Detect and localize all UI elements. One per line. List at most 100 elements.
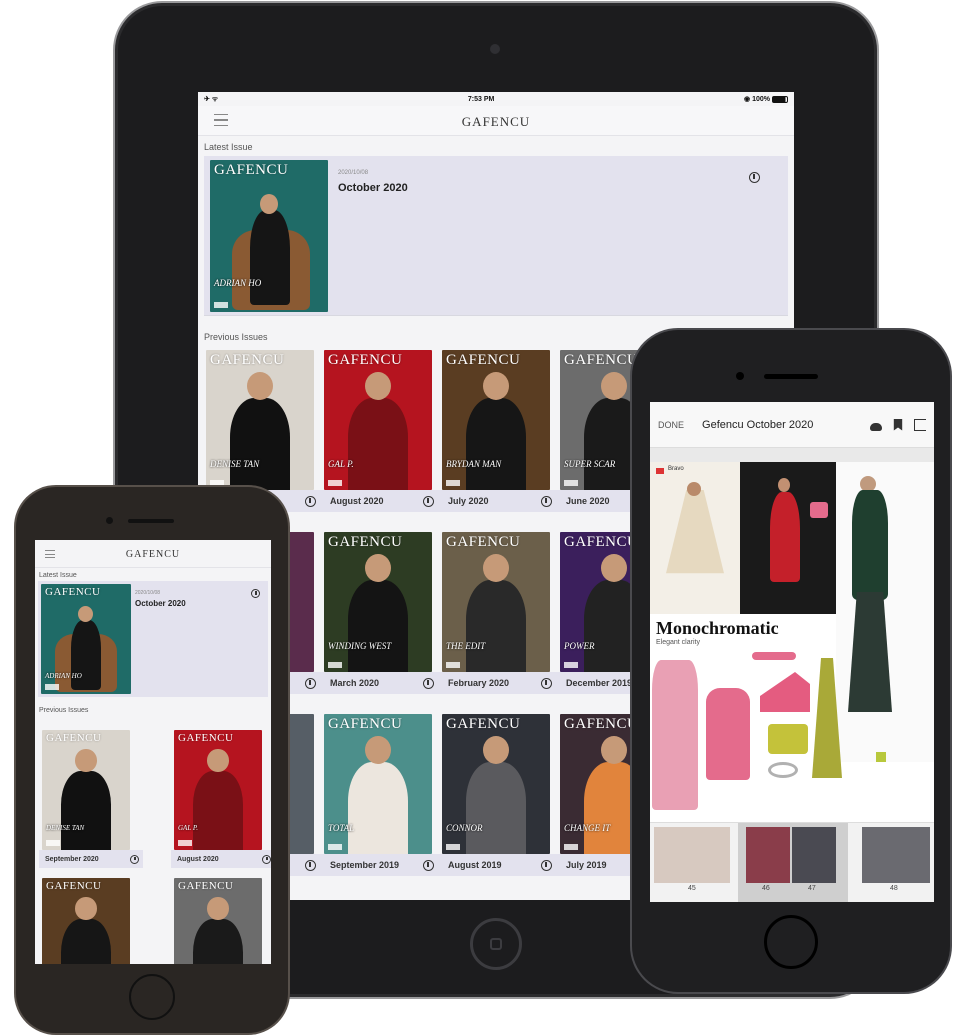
download-icon[interactable] [305, 495, 316, 507]
cover-masthead: GAFENCU [178, 732, 234, 744]
page-thumbnail[interactable] [746, 827, 790, 883]
download-icon[interactable] [262, 854, 271, 864]
ipad-camera [490, 44, 500, 54]
headline-band: Monochromatic Elegant clarity [650, 614, 836, 654]
issue-tile[interactable]: GAFENCU DENISE TAN September 2020 [39, 730, 143, 868]
cover-figure [465, 761, 527, 854]
issue-cover[interactable]: GAFENCU DENISE TAN [42, 730, 130, 850]
cover-barcode [564, 662, 578, 668]
cover-headline: POWER [564, 641, 595, 652]
cover-masthead: GAFENCU [446, 716, 521, 732]
cover-headline: SUPER SCAR [564, 459, 616, 470]
reader-screen: DONE Gefencu October 2020 Bravo Monochro… [650, 402, 934, 902]
cover-headline: CONNOR [446, 823, 483, 834]
cover-face [601, 372, 627, 401]
download-icon[interactable] [541, 859, 552, 871]
issue-tile[interactable]: GAFENCU [39, 878, 143, 964]
cover-barcode [45, 684, 59, 690]
pink-dress-image [706, 688, 750, 780]
issue-label: March 2020 [330, 678, 380, 688]
cover-headline: BRYDAN MAN [446, 459, 502, 470]
latest-issue-card[interactable]: GAFENCU ADRIAN HO 2020/10/08 October 202… [38, 581, 268, 697]
cover-barcode [210, 480, 224, 486]
cover-masthead: GAFENCU [446, 352, 521, 368]
cover-face [247, 372, 273, 401]
download-icon[interactable] [305, 677, 316, 689]
issue-label: December 2019 [566, 678, 633, 688]
spread-headline: Monochromatic [656, 618, 779, 638]
latest-issue-label: Latest Issue [204, 142, 253, 152]
issue-tile[interactable]: GAFENCU CONNOR August 2019 [440, 714, 558, 876]
download-icon[interactable] [749, 172, 760, 183]
cover-headline: DENISE TAN [210, 459, 260, 470]
cover-figure [250, 210, 290, 305]
cover-face [75, 749, 97, 773]
cover-figure [61, 770, 111, 850]
issue-cover[interactable]: GAFENCU BRYDAN MAN [442, 350, 550, 490]
page-thumbnail[interactable] [862, 827, 930, 883]
pink-coat-image [652, 660, 698, 810]
issue-tile[interactable]: GAFENCU GAL P. August 2020 [171, 730, 271, 868]
cover-figure [347, 579, 409, 672]
cover-barcode [446, 480, 460, 486]
issue-tile[interactable]: GAFENCU GAL P. August 2020 [322, 350, 440, 512]
latest-issue-cover[interactable]: GAFENCU ADRIAN HO [210, 160, 328, 312]
status-left: ✈ ᯤ [204, 95, 219, 103]
page-panel-runway [740, 462, 836, 614]
page-thumbnail[interactable] [792, 827, 836, 883]
issue-label: August 2019 [448, 860, 502, 870]
download-icon[interactable] [423, 677, 434, 689]
cloud-download-icon[interactable] [870, 422, 882, 431]
page-number: 48 [890, 885, 898, 892]
issue-cover[interactable]: GAFENCU [174, 878, 262, 964]
latest-issue-cover[interactable]: GAFENCU ADRIAN HO [41, 584, 131, 694]
issue-cover[interactable]: GAFENCU GAL P. [174, 730, 262, 850]
reader-title: Gefencu October 2020 [702, 418, 814, 431]
cover-barcode [564, 844, 578, 850]
latest-issue-date: 2020/10/08 [135, 590, 161, 596]
cover-headline: CHANGE IT [564, 823, 611, 834]
download-icon[interactable] [541, 677, 552, 689]
issue-cover[interactable]: GAFENCU WINDING WEST [324, 532, 432, 672]
cover-masthead: GAFENCU [564, 716, 639, 732]
issue-tile[interactable]: GAFENCU TOTAL September 2019 [322, 714, 440, 876]
download-icon[interactable] [541, 495, 552, 507]
download-icon[interactable] [130, 854, 139, 864]
issue-label: August 2020 [330, 496, 384, 506]
issue-label: August 2020 [177, 855, 219, 863]
magazine-spread[interactable]: Bravo Monochromatic Elegant clarity [650, 462, 934, 822]
ipad-home-button[interactable] [470, 918, 522, 970]
cover-figure [347, 761, 409, 854]
issue-tile[interactable]: GAFENCU THE EDIT February 2020 [440, 532, 558, 694]
download-icon[interactable] [423, 495, 434, 507]
issue-cover[interactable]: GAFENCU CONNOR [442, 714, 550, 854]
issue-cover[interactable]: GAFENCU TOTAL [324, 714, 432, 854]
speaker-grille [128, 519, 174, 523]
issue-cover[interactable]: GAFENCU THE EDIT [442, 532, 550, 672]
download-icon[interactable] [423, 859, 434, 871]
issue-cover[interactable]: GAFENCU GAL P. [324, 350, 432, 490]
download-icon[interactable] [305, 859, 316, 871]
done-button[interactable]: DONE [658, 420, 684, 430]
exit-icon[interactable] [914, 418, 926, 431]
issue-tile[interactable]: GAFENCU [171, 878, 271, 964]
cover-masthead: GAFENCU [178, 880, 234, 892]
issue-cover[interactable]: GAFENCU DENISE TAN [206, 350, 314, 490]
home-button[interactable] [129, 974, 175, 1020]
page-thumbnail[interactable] [654, 827, 730, 883]
issue-caption: March 2020 [322, 672, 440, 694]
home-button[interactable] [764, 915, 818, 969]
page-panel-green-model [836, 462, 934, 762]
cover-masthead: GAFENCU [328, 534, 403, 550]
shoe-image [876, 752, 886, 762]
cover-barcode [328, 662, 342, 668]
issue-tile[interactable]: GAFENCU BRYDAN MAN July 2020 [440, 350, 558, 512]
latest-issue-card[interactable]: GAFENCU ADRIAN HO 2020/10/08 October 202… [204, 156, 788, 316]
issue-tile[interactable]: GAFENCU WINDING WEST March 2020 [322, 532, 440, 694]
bookmark-icon[interactable] [893, 418, 903, 431]
issue-cover[interactable]: GAFENCU [42, 878, 130, 964]
cover-masthead: GAFENCU [214, 162, 289, 178]
reader-toolbar: DONE Gefencu October 2020 [650, 402, 934, 448]
download-icon[interactable] [251, 589, 260, 598]
issue-label: September 2019 [330, 860, 400, 870]
